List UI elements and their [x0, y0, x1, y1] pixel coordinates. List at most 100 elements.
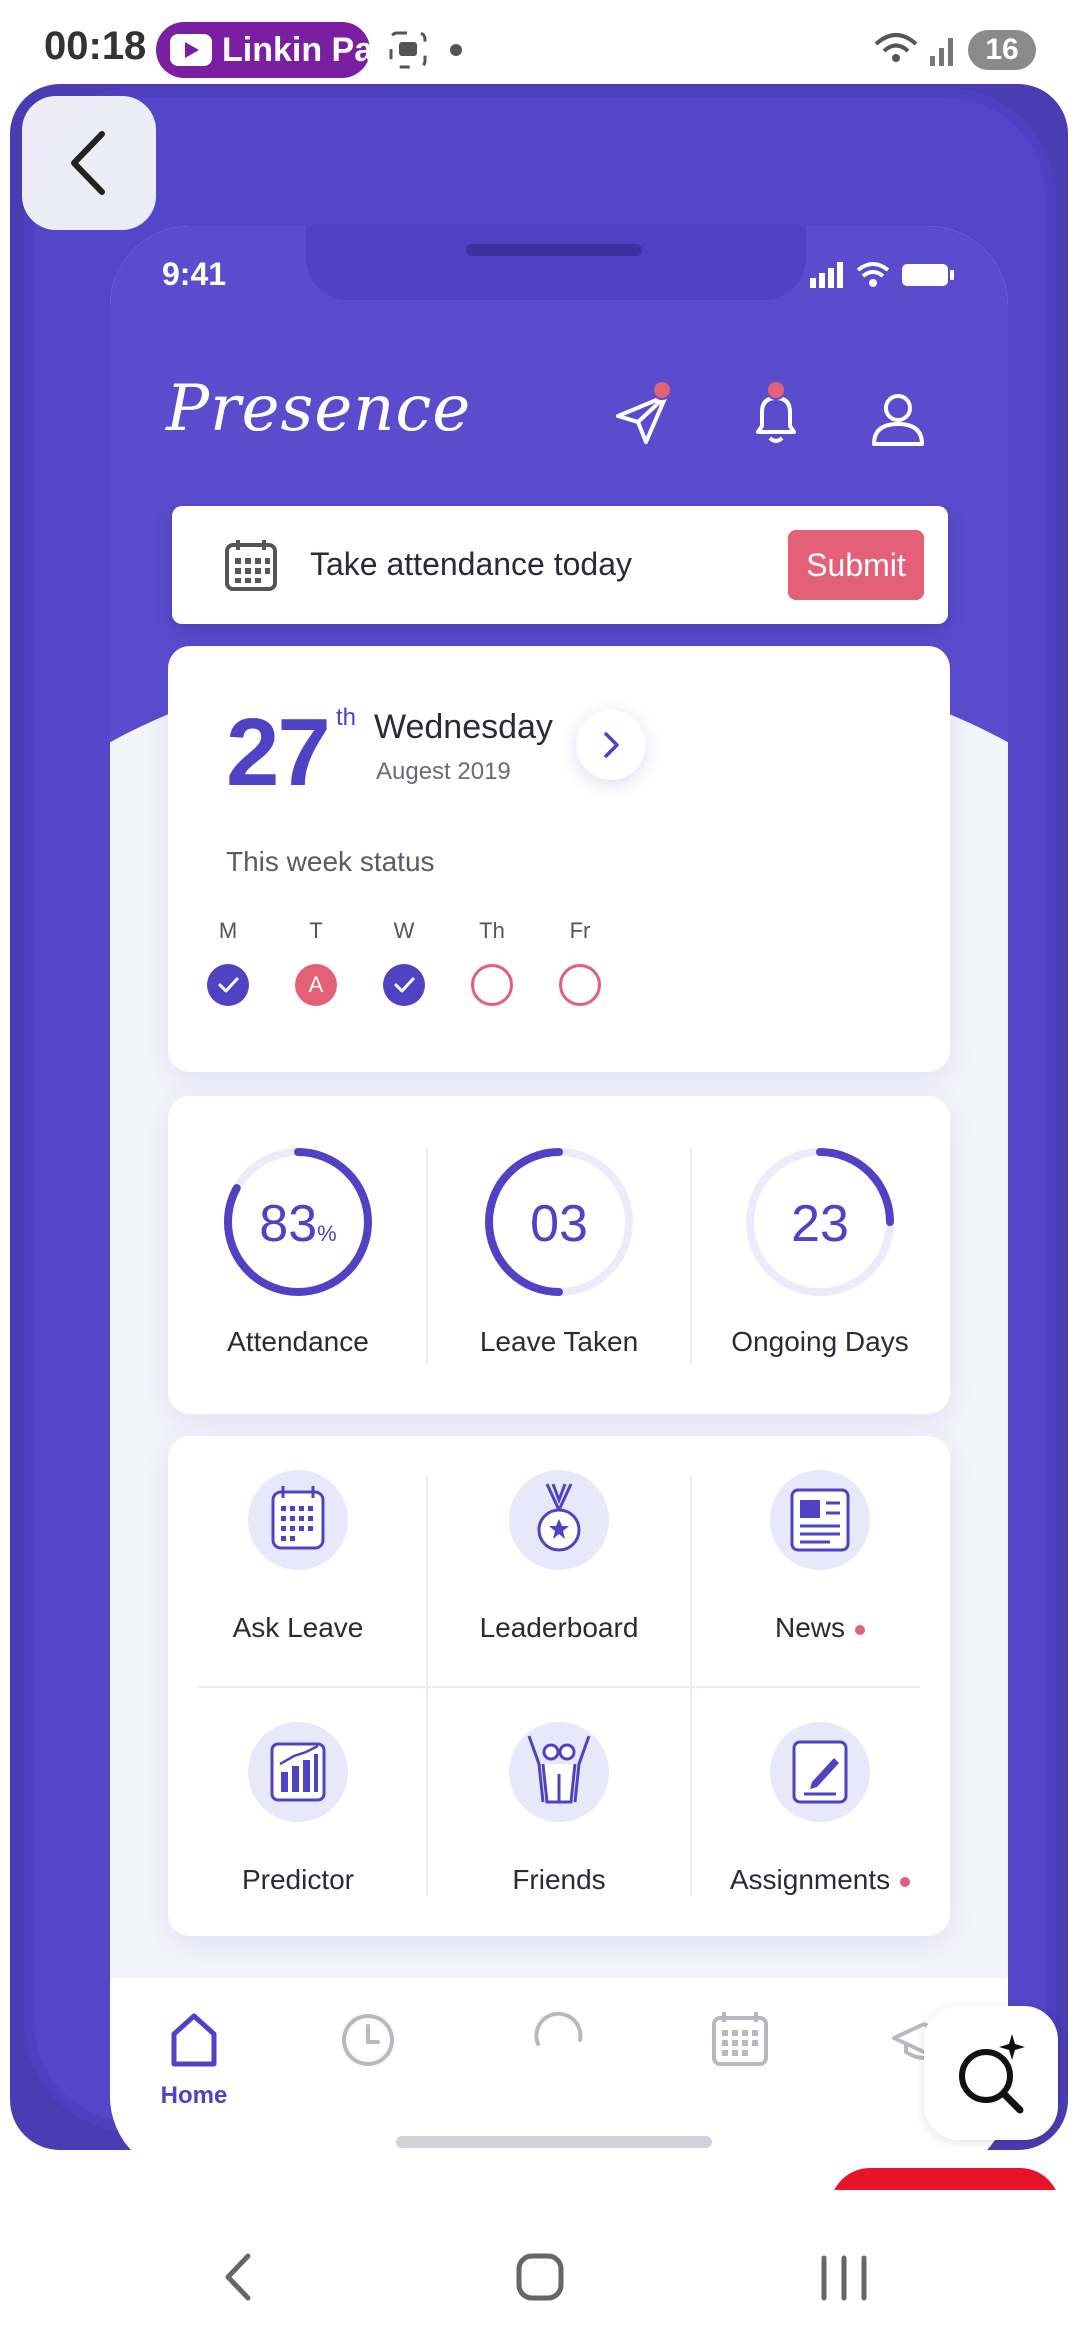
notifications-button[interactable] [744, 380, 808, 450]
weekday-label-thu: Th [479, 918, 505, 943]
menu-text: Predictor [241, 1864, 355, 1895]
stat-ongoing-days[interactable]: 23 Ongoing Days [690, 1096, 950, 1414]
clock-icon [342, 2014, 394, 2066]
bar-chart-icon [248, 1722, 348, 1822]
recents-icon [821, 2255, 867, 2301]
status-tue-absent: A [295, 964, 337, 1006]
profile-icon [872, 394, 924, 446]
phone-time: 9:41 [162, 256, 227, 292]
next-date-button[interactable] [576, 710, 646, 780]
chevron-left-icon [71, 131, 105, 195]
attendance-prompt: Take attendance today [310, 546, 633, 582]
stats-divider [426, 1148, 428, 1364]
app-logo: Presence [166, 372, 472, 446]
home-icon [171, 2013, 217, 2067]
week-status-title: This week status [226, 846, 435, 877]
chevron-right-icon [604, 732, 619, 758]
weekday-label-wed: W [393, 918, 415, 943]
attendance-unit: % [317, 1221, 337, 1246]
send-button[interactable] [610, 380, 674, 450]
visual-search-button[interactable] [924, 2006, 1058, 2140]
attendance-number: 83 [259, 1195, 318, 1253]
ongoing-label: Ongoing Days [731, 1326, 909, 1357]
stats-card: 83% Attendance 03 Leave Taken 23 Ongoing… [168, 1096, 950, 1414]
nav-home[interactable]: Home [144, 2004, 244, 2114]
menu-label-leaderboard: Leaderboard [429, 1612, 689, 1644]
nav-history[interactable] [318, 2004, 418, 2114]
profile-button[interactable] [866, 386, 930, 450]
home-square-icon [516, 2253, 564, 2301]
attendance-bar: Take attendance today Submit [172, 506, 948, 624]
newspaper-glyph [790, 1488, 850, 1552]
system-back-button[interactable] [200, 2242, 280, 2312]
newspaper-icon [770, 1470, 870, 1570]
menu-label-friends: Friends [429, 1864, 689, 1896]
loading-icon [534, 2011, 583, 2046]
nav-home-label: Home [160, 2082, 228, 2109]
nav-calendar[interactable] [690, 2004, 790, 2114]
menu-assignments[interactable]: Assignments [690, 1688, 950, 1938]
screenshot-icon [389, 31, 427, 69]
day-suffix: th [336, 704, 357, 731]
calendar-grid-glyph [271, 1486, 325, 1550]
menu-label-assignments: Assignments [690, 1864, 950, 1896]
calendar-icon [712, 2012, 768, 2066]
notification-dot [450, 44, 462, 56]
menu-ask-leave[interactable]: Ask Leave [168, 1436, 428, 1686]
assignments-unread-dot [900, 1876, 911, 1887]
menu-label-predictor: Predictor [168, 1864, 428, 1896]
ongoing-number: 23 [791, 1195, 849, 1253]
leave-number: 03 [530, 1195, 588, 1253]
friends-icon [509, 1722, 609, 1822]
status-thu-pending [471, 964, 513, 1006]
weekday-label-fri: Fr [569, 918, 591, 943]
leave-value: 03 [429, 1194, 689, 1254]
nav-sync[interactable] [508, 2004, 608, 2114]
system-navigation-bar [0, 2190, 1080, 2340]
media-pill-label: Linkin Pa [222, 31, 370, 69]
menu-leaderboard[interactable]: Leaderboard [429, 1436, 689, 1686]
youtube-icon [170, 34, 212, 66]
phone-frame: 9:41 Presence Take attendance today Subm… [24, 88, 1056, 2176]
menu-text: Leaderboard [479, 1612, 639, 1643]
system-time: 00:18 [44, 24, 147, 68]
attendance-value: 83% [168, 1194, 428, 1254]
status-mon-present [207, 964, 249, 1006]
date-card: 27 th Wednesday Augest 2019 This week st… [168, 646, 950, 1072]
system-recents-button[interactable] [804, 2242, 884, 2312]
back-button[interactable] [22, 96, 156, 230]
bar-chart-glyph [270, 1742, 326, 1802]
menu-friends[interactable]: Friends [429, 1688, 689, 1938]
day-number: 27 [226, 699, 331, 806]
menu-predictor[interactable]: Predictor [168, 1688, 428, 1938]
phone-notch [306, 226, 806, 300]
menu-label-ask-leave: Ask Leave [168, 1612, 428, 1644]
status-wed-present [383, 964, 425, 1006]
back-arrow-icon [225, 2253, 251, 2301]
signal-icons [874, 33, 953, 66]
menu-text: Friends [512, 1864, 606, 1895]
menu-news[interactable]: News [690, 1436, 950, 1686]
system-home-button[interactable] [500, 2242, 580, 2312]
notification-badge [766, 380, 786, 400]
media-pill[interactable]: Linkin Pa [156, 22, 370, 78]
check-icon [218, 977, 239, 993]
calendar-grid-icon [248, 1470, 348, 1570]
stat-leave-taken[interactable]: 03 Leave Taken [429, 1096, 689, 1414]
ongoing-value: 23 [690, 1194, 950, 1254]
menu-text: Assignments [729, 1864, 891, 1895]
check-icon [394, 977, 415, 993]
status-fri-pending [559, 964, 601, 1006]
medal-icon [509, 1470, 609, 1570]
weekday: Wednesday [374, 708, 553, 746]
attendance-label: Attendance [227, 1326, 369, 1357]
stat-attendance[interactable]: 83% Attendance [168, 1096, 428, 1414]
sparkle-search-icon [959, 2034, 1025, 2114]
bottom-navigation: Home [110, 1978, 1008, 2176]
submit-button[interactable]: Submit [788, 530, 924, 600]
phone-screen: 9:41 Presence Take attendance today Subm… [110, 226, 1008, 2176]
medal-glyph [537, 1483, 581, 1552]
calendar-icon [225, 540, 277, 591]
menu-card: Ask Leave Leaderboard News Predictor Fri… [168, 1436, 950, 1936]
month-year: Augest 2019 [376, 758, 511, 785]
